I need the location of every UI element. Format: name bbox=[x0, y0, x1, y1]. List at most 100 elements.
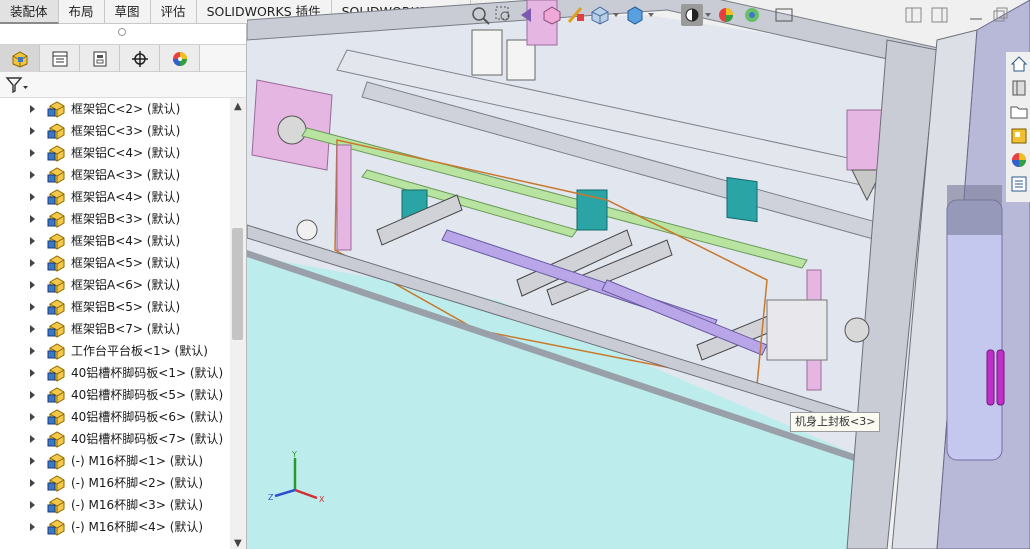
tile-right-icon[interactable] bbox=[929, 4, 951, 26]
tree-item[interactable]: 框架铝B<5> (默认) bbox=[0, 296, 230, 318]
assembly-model-view[interactable] bbox=[247, 0, 1030, 549]
expand-arrow-icon[interactable] bbox=[30, 193, 35, 201]
tree-item[interactable]: (-) M16杯脚<4> (默认) bbox=[0, 516, 230, 538]
chevron-down-icon[interactable] bbox=[648, 13, 654, 17]
apply-scene-icon[interactable] bbox=[741, 4, 763, 26]
expand-arrow-icon[interactable] bbox=[30, 171, 35, 179]
tree-item-label: 40铝槽杯脚码板<1> (默认) bbox=[71, 366, 224, 380]
tree-vertical-scrollbar[interactable]: ▲ ▼ bbox=[230, 98, 246, 549]
tree-item[interactable]: 框架铝A<3> (默认) bbox=[0, 164, 230, 186]
tree-item-label: 框架铝A<6> (默认) bbox=[71, 278, 181, 292]
triad-x-axis bbox=[294, 488, 318, 500]
display-manager-icon bbox=[172, 51, 187, 66]
property-manager-tab[interactable] bbox=[40, 45, 80, 72]
dynamic-annotation-view-icon[interactable] bbox=[565, 4, 587, 26]
tree-item[interactable]: (-) M16杯脚<1> (默认) bbox=[0, 450, 230, 472]
filter-icon[interactable] bbox=[5, 75, 29, 95]
tree-item[interactable]: 工作台平台板<1> (默认) bbox=[0, 340, 230, 362]
expand-arrow-icon[interactable] bbox=[30, 457, 35, 465]
expand-arrow-icon[interactable] bbox=[30, 259, 35, 267]
solidworks-window: 装配体 布局 草图 评估 SOLIDWORKS 插件 SOLIDWORKS MB… bbox=[0, 0, 1030, 549]
expand-arrow-icon[interactable] bbox=[30, 501, 35, 509]
tree-item-label: 框架铝B<3> (默认) bbox=[71, 212, 181, 226]
zoom-to-area-icon[interactable] bbox=[493, 4, 515, 26]
tree-item[interactable]: 框架铝B<7> (默认) bbox=[0, 318, 230, 340]
file-explorer-icon[interactable] bbox=[1009, 102, 1029, 122]
graphics-area[interactable]: 机身上封板<3> X Y Z bbox=[247, 0, 1030, 549]
tree-item[interactable]: 40铝槽杯脚码板<7> (默认) bbox=[0, 428, 230, 450]
scroll-up-arrow-icon[interactable]: ▲ bbox=[234, 101, 242, 112]
display-style-icon[interactable] bbox=[624, 4, 646, 26]
expand-arrow-icon[interactable] bbox=[30, 325, 35, 333]
expand-arrow-icon[interactable] bbox=[30, 105, 35, 113]
dimxpert-manager-tab[interactable] bbox=[120, 45, 160, 72]
tree-item[interactable]: 框架铝B<4> (默认) bbox=[0, 230, 230, 252]
feature-manager-tab[interactable] bbox=[0, 45, 40, 72]
tree-item[interactable]: 框架铝A<6> (默认) bbox=[0, 274, 230, 296]
tree-item-label: 40铝槽杯脚码板<5> (默认) bbox=[71, 388, 224, 402]
restore-window-icon[interactable] bbox=[989, 4, 1011, 26]
tree-item-label: 40铝槽杯脚码板<7> (默认) bbox=[71, 432, 224, 446]
tree-item[interactable]: 40铝槽杯脚码板<1> (默认) bbox=[0, 362, 230, 384]
view-settings-icon[interactable] bbox=[773, 4, 795, 26]
scrollbar-thumb[interactable] bbox=[232, 228, 243, 340]
expand-arrow-icon[interactable] bbox=[30, 303, 35, 311]
expand-arrow-icon[interactable] bbox=[30, 391, 35, 399]
expand-arrow-icon[interactable] bbox=[30, 215, 35, 223]
tree-item-label: (-) M16杯脚<3> (默认) bbox=[71, 498, 204, 512]
tree-item-label: 40铝槽杯脚码板<6> (默认) bbox=[71, 410, 224, 424]
expand-arrow-icon[interactable] bbox=[30, 523, 35, 531]
tree-item[interactable]: (-) M16杯脚<3> (默认) bbox=[0, 494, 230, 516]
chevron-down-icon[interactable] bbox=[613, 13, 619, 17]
tree-item[interactable]: 框架铝B<3> (默认) bbox=[0, 208, 230, 230]
custom-properties-icon[interactable] bbox=[1009, 174, 1029, 194]
chevron-down-icon[interactable] bbox=[705, 13, 711, 17]
tree-item-label: 框架铝B<5> (默认) bbox=[71, 300, 181, 314]
section-view-icon[interactable] bbox=[541, 4, 563, 26]
tree-item[interactable]: 40铝槽杯脚码板<6> (默认) bbox=[0, 406, 230, 428]
tree-item-label: 框架铝A<4> (默认) bbox=[71, 190, 181, 204]
expand-arrow-icon[interactable] bbox=[30, 127, 35, 135]
expand-arrow-icon[interactable] bbox=[30, 149, 35, 157]
configuration-manager-icon bbox=[93, 51, 106, 66]
panel-collapse-grip[interactable] bbox=[118, 28, 126, 36]
display-manager-tab[interactable] bbox=[160, 45, 200, 72]
tab-evaluate[interactable]: 评估 bbox=[151, 0, 197, 24]
expand-arrow-icon[interactable] bbox=[30, 479, 35, 487]
configuration-manager-tab[interactable] bbox=[80, 45, 120, 72]
tree-item[interactable]: 框架铝C<3> (默认) bbox=[0, 120, 230, 142]
expand-arrow-icon[interactable] bbox=[30, 435, 35, 443]
minimize-window-icon[interactable] bbox=[965, 4, 987, 26]
tab-layout[interactable]: 布局 bbox=[59, 0, 105, 24]
tree-item[interactable]: 框架铝A<4> (默认) bbox=[0, 186, 230, 208]
home-icon[interactable] bbox=[1009, 54, 1029, 74]
part-icon bbox=[47, 277, 65, 294]
hide-show-items-icon[interactable] bbox=[681, 4, 703, 26]
appearances-icon[interactable] bbox=[1009, 150, 1029, 170]
design-library-icon[interactable] bbox=[1009, 78, 1029, 98]
view-orientation-icon[interactable] bbox=[589, 4, 611, 26]
tile-left-icon[interactable] bbox=[903, 4, 925, 26]
tree-item[interactable]: 40铝槽杯脚码板<5> (默认) bbox=[0, 384, 230, 406]
feature-manager-panel: 框架铝C<2> (默认) 框架铝C<3> (默认) 框架铝C<4> (默认) 框架铝A… bbox=[0, 24, 247, 549]
previous-view-icon[interactable] bbox=[517, 4, 539, 26]
tab-assembly[interactable]: 装配体 bbox=[0, 0, 59, 24]
zoom-to-fit-icon[interactable] bbox=[469, 4, 491, 26]
scroll-down-arrow-icon[interactable]: ▼ bbox=[234, 538, 242, 549]
tree-item[interactable]: 框架铝A<5> (默认) bbox=[0, 252, 230, 274]
tree-item[interactable]: (-) M16杯脚<2> (默认) bbox=[0, 472, 230, 494]
edit-appearance-icon[interactable] bbox=[715, 4, 737, 26]
expand-arrow-icon[interactable] bbox=[30, 369, 35, 377]
expand-arrow-icon[interactable] bbox=[30, 281, 35, 289]
view-palette-icon[interactable] bbox=[1009, 126, 1029, 146]
tree-item[interactable]: 框架铝C<2> (默认) bbox=[0, 98, 230, 120]
tab-sketch[interactable]: 草图 bbox=[105, 0, 151, 24]
part-icon bbox=[47, 453, 65, 470]
property-manager-icon bbox=[52, 51, 67, 66]
expand-arrow-icon[interactable] bbox=[30, 237, 35, 245]
expand-arrow-icon[interactable] bbox=[30, 413, 35, 421]
tree-item[interactable]: 框架铝C<4> (默认) bbox=[0, 142, 230, 164]
expand-arrow-icon[interactable] bbox=[30, 347, 35, 355]
triad-z-label: Z bbox=[268, 493, 274, 502]
tree-item-label: (-) M16杯脚<2> (默认) bbox=[71, 476, 204, 490]
